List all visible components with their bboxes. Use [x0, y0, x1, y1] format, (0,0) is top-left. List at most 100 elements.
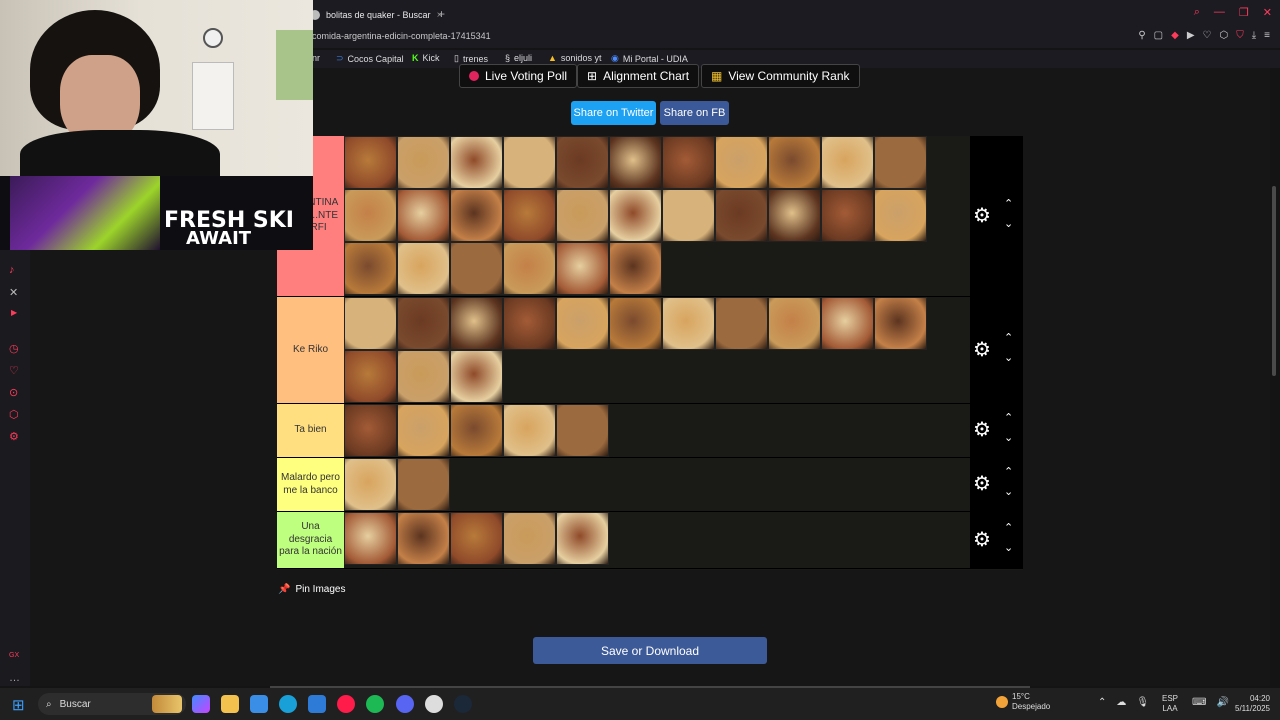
food-image-item[interactable]	[768, 136, 821, 189]
snapshot-icon[interactable]: ▢	[1154, 30, 1163, 41]
bookmark-item[interactable]: ▯ trenes	[454, 53, 488, 64]
share-fb-button[interactable]: Share on FB	[660, 101, 729, 125]
food-image-item[interactable]	[397, 242, 450, 295]
food-image-item[interactable]	[821, 297, 874, 350]
extension-icon[interactable]: ⬡	[1220, 30, 1229, 41]
live-voting-poll-button[interactable]: Live Voting Poll	[459, 64, 578, 88]
discord-icon[interactable]	[396, 695, 414, 713]
bookmark-item[interactable]: ⊃ Cocos Capital	[336, 53, 404, 64]
pin-images-toggle[interactable]: 📌 Pin Images	[278, 584, 345, 595]
url-text[interactable]: comida-argentina-edicin-completa-1741534…	[312, 31, 491, 41]
food-image-item[interactable]	[397, 350, 450, 403]
food-image-item[interactable]	[344, 297, 397, 350]
vpn-icon[interactable]: ⛉	[1236, 30, 1244, 41]
move-tier-up-chevron-icon[interactable]: ⌃	[1004, 331, 1013, 344]
bookmark-item[interactable]: § eljuli	[505, 53, 532, 63]
food-image-item[interactable]	[344, 189, 397, 242]
tier-settings-gear-icon[interactable]: ⚙	[973, 337, 991, 362]
minimize-icon[interactable]: —	[1214, 6, 1225, 19]
food-image-item[interactable]	[821, 136, 874, 189]
settings-icon[interactable]: ⚙	[9, 430, 19, 443]
food-image-item[interactable]	[397, 512, 450, 565]
clock-icon[interactable]: ⊙	[9, 386, 18, 399]
move-tier-down-chevron-icon[interactable]: ⌄	[1004, 351, 1013, 364]
tier-settings-gear-icon[interactable]: ⚙	[973, 417, 991, 442]
food-image-item[interactable]	[397, 189, 450, 242]
new-tab-icon[interactable]: +	[438, 7, 445, 21]
food-image-item[interactable]	[503, 297, 556, 350]
extension-icon[interactable]: ⬡	[9, 408, 19, 421]
spotify-icon[interactable]	[366, 695, 384, 713]
food-image-item[interactable]	[556, 242, 609, 295]
move-tier-down-chevron-icon[interactable]: ⌄	[1004, 217, 1013, 230]
move-tier-down-chevron-icon[interactable]: ⌄	[1004, 485, 1013, 498]
food-image-item[interactable]	[715, 136, 768, 189]
tier-settings-gear-icon[interactable]: ⚙	[973, 527, 991, 552]
food-image-item[interactable]	[503, 189, 556, 242]
alignment-chart-button[interactable]: ⊞ Alignment Chart	[577, 64, 700, 88]
bookmark-item[interactable]: K Kick	[412, 53, 440, 63]
bookmark-item[interactable]: nr	[312, 53, 320, 63]
food-image-item[interactable]	[344, 136, 397, 189]
more-icon[interactable]: …	[9, 672, 20, 684]
youtube-icon[interactable]: ▶	[11, 308, 17, 317]
tiktok-icon[interactable]: ♪	[9, 264, 15, 276]
food-image-item[interactable]	[344, 404, 397, 457]
taskbar-clock[interactable]: 04:20 5/11/2025	[1224, 694, 1270, 715]
move-tier-up-chevron-icon[interactable]: ⌃	[1004, 465, 1013, 478]
food-image-item[interactable]	[344, 512, 397, 565]
food-image-item[interactable]	[556, 404, 609, 457]
copilot-icon[interactable]	[192, 695, 210, 713]
move-tier-up-chevron-icon[interactable]: ⌃	[1004, 521, 1013, 534]
food-image-item[interactable]	[556, 136, 609, 189]
play-icon[interactable]: ▶	[1187, 30, 1195, 41]
food-image-item[interactable]	[503, 242, 556, 295]
vertical-scrollbar[interactable]	[1272, 186, 1276, 376]
food-image-item[interactable]	[397, 297, 450, 350]
bing-icon[interactable]	[308, 695, 326, 713]
food-image-item[interactable]	[715, 297, 768, 350]
food-image-item[interactable]	[556, 189, 609, 242]
food-image-item[interactable]	[503, 136, 556, 189]
food-image-item[interactable]	[662, 136, 715, 189]
language-indicator[interactable]: ESP LAA	[1162, 694, 1178, 715]
obs-icon[interactable]	[425, 695, 443, 713]
opera-gx-icon[interactable]	[337, 695, 355, 713]
food-image-item[interactable]	[450, 242, 503, 295]
pin-icon[interactable]: ⚲	[1138, 30, 1145, 41]
food-image-item[interactable]	[556, 297, 609, 350]
search-icon[interactable]: ⌕	[1194, 6, 1200, 19]
food-image-item[interactable]	[450, 297, 503, 350]
browser-tab[interactable]: bolitas de quaker - Buscar ×	[310, 6, 442, 24]
chevron-up-icon[interactable]: ⌃	[1098, 697, 1106, 708]
network-icon[interactable]: ⌨	[1192, 697, 1206, 708]
bookmark-item[interactable]: ◉ Mi Portal - UDIA	[611, 53, 688, 64]
restore-icon[interactable]: ❐	[1239, 6, 1249, 19]
weather-widget[interactable]: 15°C Despejado	[996, 692, 1050, 713]
download-icon[interactable]: ⤓	[1252, 30, 1256, 41]
food-image-item[interactable]	[450, 136, 503, 189]
view-community-rank-button[interactable]: ▦ View Community Rank	[701, 64, 860, 88]
food-image-item[interactable]	[397, 136, 450, 189]
gx-icon[interactable]: GX	[9, 652, 19, 659]
move-tier-up-chevron-icon[interactable]: ⌃	[1004, 411, 1013, 424]
file-explorer-icon[interactable]	[221, 695, 239, 713]
food-image-item[interactable]	[344, 458, 397, 511]
tier-label[interactable]: Ke Riko	[277, 297, 344, 403]
move-tier-down-chevron-icon[interactable]: ⌄	[1004, 541, 1013, 554]
food-image-item[interactable]	[450, 189, 503, 242]
food-image-item[interactable]	[874, 136, 927, 189]
share-twitter-button[interactable]: Share on Twitter	[571, 101, 656, 125]
microphone-icon[interactable]: 🎙	[1136, 697, 1149, 708]
food-image-item[interactable]	[662, 297, 715, 350]
food-image-item[interactable]	[397, 458, 450, 511]
food-image-item[interactable]	[609, 189, 662, 242]
edge-icon[interactable]	[279, 695, 297, 713]
food-image-item[interactable]	[450, 512, 503, 565]
move-tier-up-chevron-icon[interactable]: ⌃	[1004, 197, 1013, 210]
food-image-item[interactable]	[556, 512, 609, 565]
food-image-item[interactable]	[874, 297, 927, 350]
history-icon[interactable]: ◷	[9, 342, 19, 355]
bookmark-item[interactable]: ▲ sonidos yt	[548, 53, 601, 63]
menu-icon[interactable]: ≡	[1264, 30, 1270, 41]
